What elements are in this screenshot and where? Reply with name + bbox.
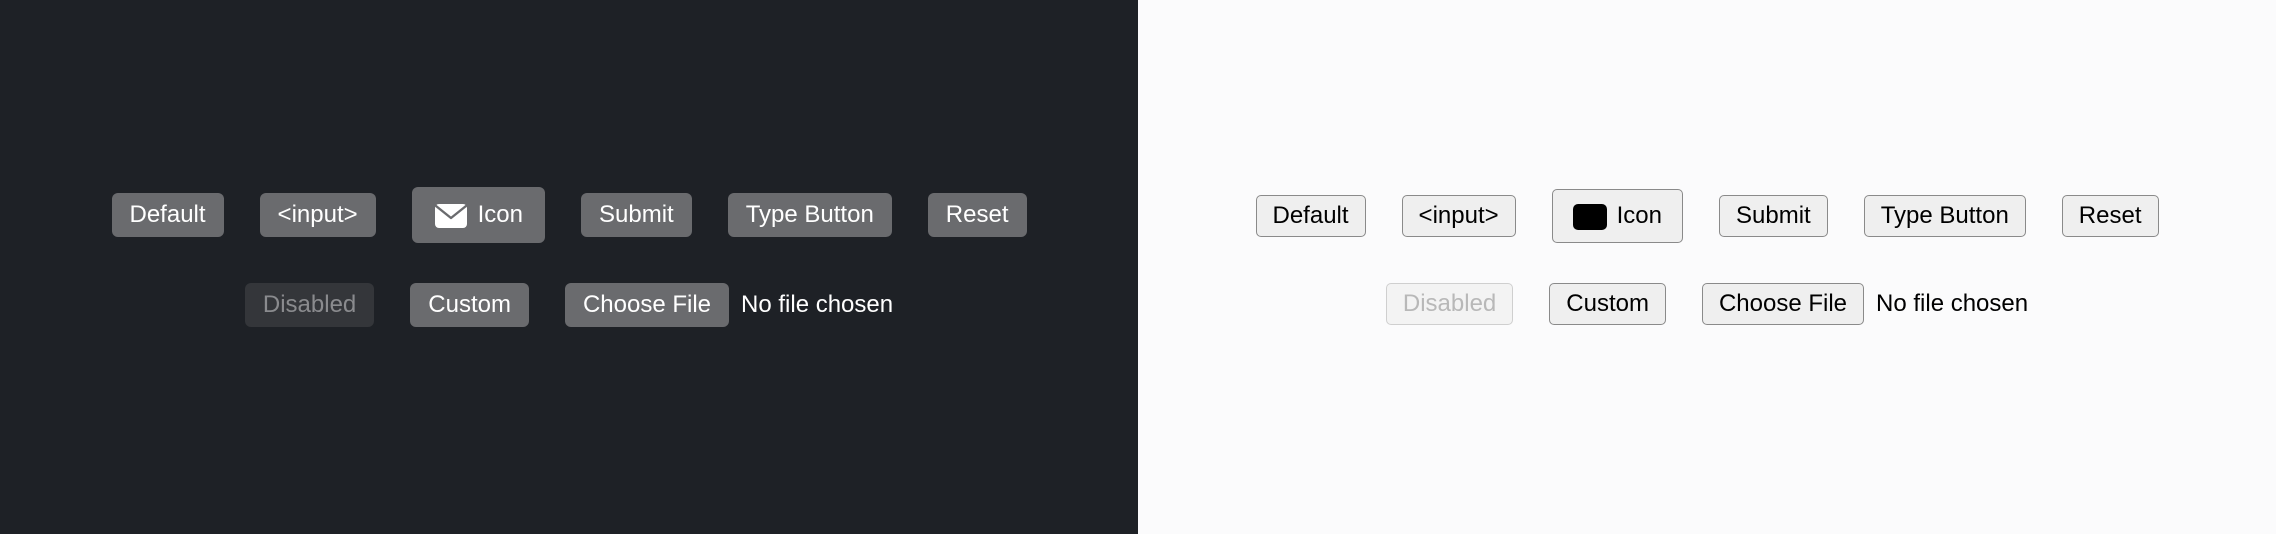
input-button[interactable]: <input> [1402, 195, 1516, 237]
default-button[interactable]: Default [1256, 195, 1366, 237]
dark-row-1: Default <input> Icon Submit Type Button … [112, 187, 1027, 243]
custom-button[interactable]: Custom [410, 283, 529, 327]
dark-panel: Default <input> Icon Submit Type Button … [0, 0, 1138, 534]
light-panel: Default <input> Icon Submit Type Button … [1138, 0, 2276, 534]
file-status-label: No file chosen [1876, 290, 2028, 318]
icon-button-label: Icon [1617, 202, 1662, 230]
icon-button[interactable]: Icon [1552, 189, 1683, 243]
type-button[interactable]: Type Button [1864, 195, 2026, 237]
icon-button-label: Icon [478, 201, 523, 229]
submit-button[interactable]: Submit [1719, 195, 1828, 237]
choose-file-button[interactable]: Choose File [565, 283, 729, 327]
reset-button[interactable]: Reset [928, 193, 1027, 237]
type-button[interactable]: Type Button [728, 193, 892, 237]
reset-button[interactable]: Reset [2062, 195, 2159, 237]
dark-row-2: Disabled Custom Choose File No file chos… [245, 283, 893, 327]
file-status-label: No file chosen [741, 291, 893, 319]
file-input[interactable]: Choose File No file chosen [1702, 283, 2028, 325]
icon-button[interactable]: Icon [412, 187, 545, 243]
icon-glyph [1573, 204, 1607, 230]
file-input[interactable]: Choose File No file chosen [565, 283, 893, 327]
default-button[interactable]: Default [112, 193, 224, 237]
light-row-2: Disabled Custom Choose File No file chos… [1386, 283, 2028, 325]
custom-button[interactable]: Custom [1549, 283, 1666, 325]
light-row-1: Default <input> Icon Submit Type Button … [1256, 189, 2159, 243]
choose-file-button[interactable]: Choose File [1702, 283, 1864, 325]
disabled-button: Disabled [245, 283, 374, 327]
input-button[interactable]: <input> [260, 193, 376, 237]
envelope-icon [434, 203, 468, 229]
disabled-button: Disabled [1386, 283, 1513, 325]
submit-button[interactable]: Submit [581, 193, 692, 237]
